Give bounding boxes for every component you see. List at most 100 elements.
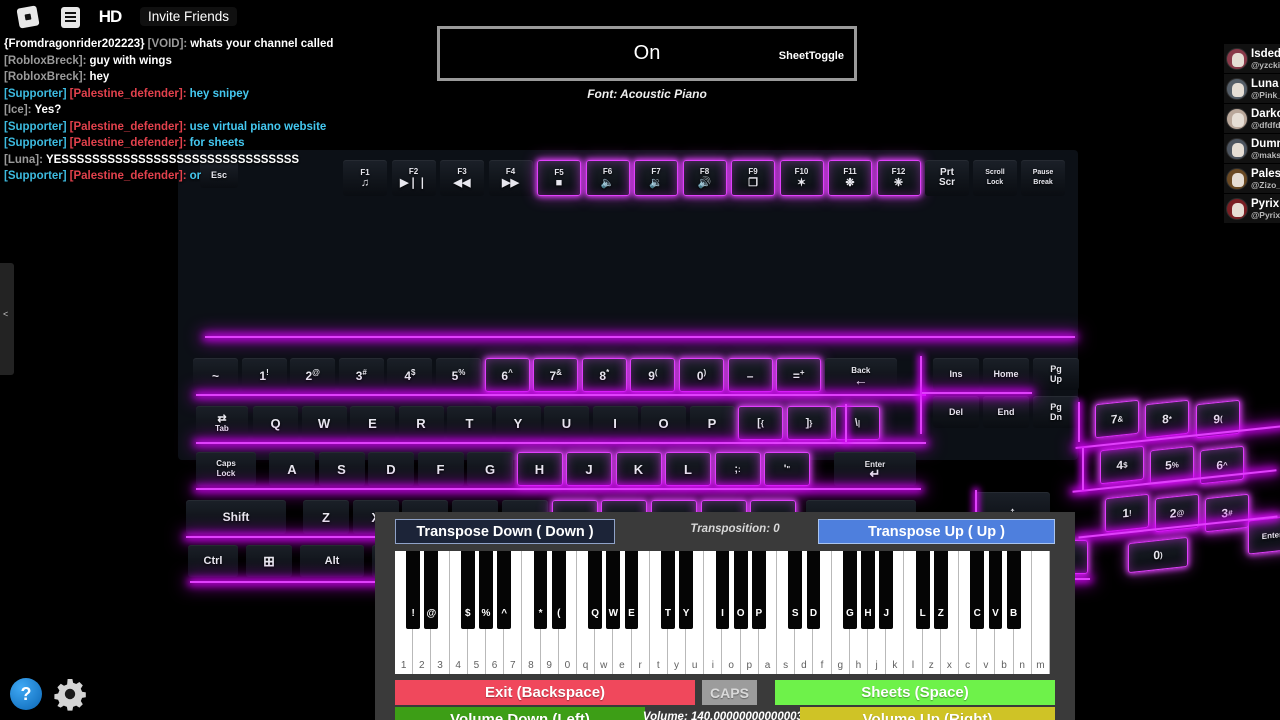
key-ins[interactable]: Ins [933,358,979,390]
key-9[interactable]: 9( [630,358,676,392]
key-numpad-enter[interactable]: Enter [1248,515,1280,555]
piano-black-key[interactable]: J [879,551,894,629]
player-list-item[interactable]: Isded @yzcki [1224,44,1280,73]
key-tab[interactable]: ⇄ Tab [196,406,248,440]
key-r[interactable]: R [398,406,444,440]
key-k[interactable]: K [615,452,662,486]
key-1[interactable]: 1! [241,358,287,392]
piano-black-key[interactable]: B [1006,551,1021,629]
key-2[interactable]: 2@ [290,358,336,392]
key-p[interactable]: P [689,406,735,440]
key-y[interactable]: Y [495,406,541,440]
key-w[interactable]: W [301,406,347,440]
piano-black-key[interactable]: I [715,551,730,629]
key-e[interactable]: E [350,406,395,440]
key-f4[interactable]: F4 ▶▶ [488,160,533,196]
key-numpad-1[interactable]: 1! [1105,493,1149,533]
piano-black-key[interactable]: * [533,551,548,629]
key-caps-lock[interactable]: Caps Lock [196,452,256,486]
key-4[interactable]: 4$ [387,358,433,392]
key-prt[interactable]: Prt Scr [925,160,969,196]
key-5[interactable]: 5% [436,358,481,392]
piano-black-key[interactable]: C [970,551,985,629]
player-list-item[interactable]: Dumm@maksi [1224,134,1280,163]
piano-black-key[interactable]: % [479,551,493,629]
key-6[interactable]: 6^ [484,358,530,392]
player-list-item[interactable]: Luna @Pink_ [1224,74,1280,103]
key-pg-dn[interactable]: Pg Dn [1033,396,1079,428]
piano-black-key[interactable]: $ [460,551,475,629]
key-backspace[interactable]: Back ← [824,358,897,392]
piano-black-key[interactable]: H [861,551,875,629]
piano-black-key[interactable]: Z [933,551,948,629]
help-button[interactable]: ? [10,678,42,710]
key-f8[interactable]: F8 🔊 [682,160,727,196]
caps-button[interactable]: CAPS [702,680,757,705]
key-~[interactable]: ~ [193,358,238,392]
key-f9[interactable]: F9 ❐ [731,160,775,196]
transpose-down-button[interactable]: Transpose Down ( Down ) [395,519,615,544]
key-numpad-3[interactable]: 3 # [1205,493,1249,533]
hd-quality-icon[interactable]: HD [96,4,124,30]
key-f11[interactable]: F11 ❉ [828,160,872,196]
key-z[interactable]: Z [303,500,349,534]
piano-black-key[interactable]: P [751,551,766,629]
piano-black-key[interactable]: @ [424,551,439,629]
key-f5[interactable]: F5 ■ [537,160,581,196]
player-list-item[interactable]: Darko@dfdfd [1224,104,1280,133]
key-f[interactable]: F [417,452,464,486]
volume-up-button[interactable]: Volume Up (Right) [800,707,1055,720]
key-del[interactable]: Del [933,396,979,428]
key-'[interactable]: ' " [764,452,810,486]
key-l[interactable]: L [665,452,711,486]
player-list-item[interactable]: Pales @Zizo_ [1224,164,1280,193]
player-list-item[interactable]: Pyrix@Pyrixe [1224,194,1280,223]
piano-black-key[interactable]: L [915,551,930,629]
piano-black-key[interactable]: T [661,551,675,629]
settings-gear-icon[interactable] [52,676,88,712]
key-end[interactable]: End [983,396,1029,428]
key-d[interactable]: D [368,452,414,486]
piano-white-key[interactable]: m [1031,551,1050,674]
key-h[interactable]: H [516,452,563,486]
exit-button[interactable]: Exit (Backspace) [395,680,695,705]
key-alt-left[interactable]: Alt [300,545,364,577]
key-numpad-7[interactable]: 7 & [1095,399,1139,439]
key-7[interactable]: 7& [533,358,579,392]
piano-black-key[interactable]: ^ [497,551,512,629]
piano-black-key[interactable]: Q [588,551,603,629]
piano-black-key[interactable]: G [842,551,857,629]
key-ctrl-left[interactable]: Ctrl [188,545,238,577]
key-pause[interactable]: Pause Break [1021,160,1065,196]
key-numpad-4[interactable]: 4 $ [1100,445,1144,485]
key-enter[interactable]: Enter ↵ [834,452,916,486]
piano-keybed[interactable]: 1 2 3 4 5 6 7 8 9 0 q w e r t y u i o p a s d f g h j k l z x c v b n m! @ $%… [395,551,1050,674]
sheets-button[interactable]: Sheets (Space) [775,680,1055,705]
piano-black-key[interactable]: ( [551,551,566,629]
sheet-toggle-box[interactable]: On SheetToggle [437,26,857,81]
key-[[interactable]: [{ [738,406,783,440]
key-=[interactable]: =+ [776,358,822,392]
key-\[interactable]: \ | [835,406,880,440]
piano-black-key[interactable]: O [733,551,748,629]
left-panel-handle[interactable]: < [0,263,14,375]
key-i[interactable]: I [592,406,638,440]
transpose-up-button[interactable]: Transpose Up ( Up ) [818,519,1055,544]
key-windows-left[interactable]: ⊞ [246,545,292,577]
key-numpad-8[interactable]: 8 * [1145,399,1189,439]
key-numpad-0[interactable]: 0) [1128,536,1188,574]
invite-friends-button[interactable]: Invite Friends [140,7,238,26]
key-f12[interactable]: F12 ❈ [876,160,921,196]
piano-black-key[interactable]: W [606,551,621,629]
chat-icon[interactable] [56,4,84,30]
piano-black-key[interactable]: E [624,551,639,629]
key-g[interactable]: G [467,452,513,486]
key-f10[interactable]: F10 ✶ [779,160,824,196]
key-f3[interactable]: F3 ◀◀ [440,160,484,196]
key-][interactable]: ]} [786,406,832,440]
key-q[interactable]: Q [253,406,298,440]
roblox-logo-icon[interactable] [14,4,42,30]
key-3[interactable]: 3# [338,358,384,392]
key-8[interactable]: 8* [581,358,627,392]
key-j[interactable]: J [566,452,612,486]
